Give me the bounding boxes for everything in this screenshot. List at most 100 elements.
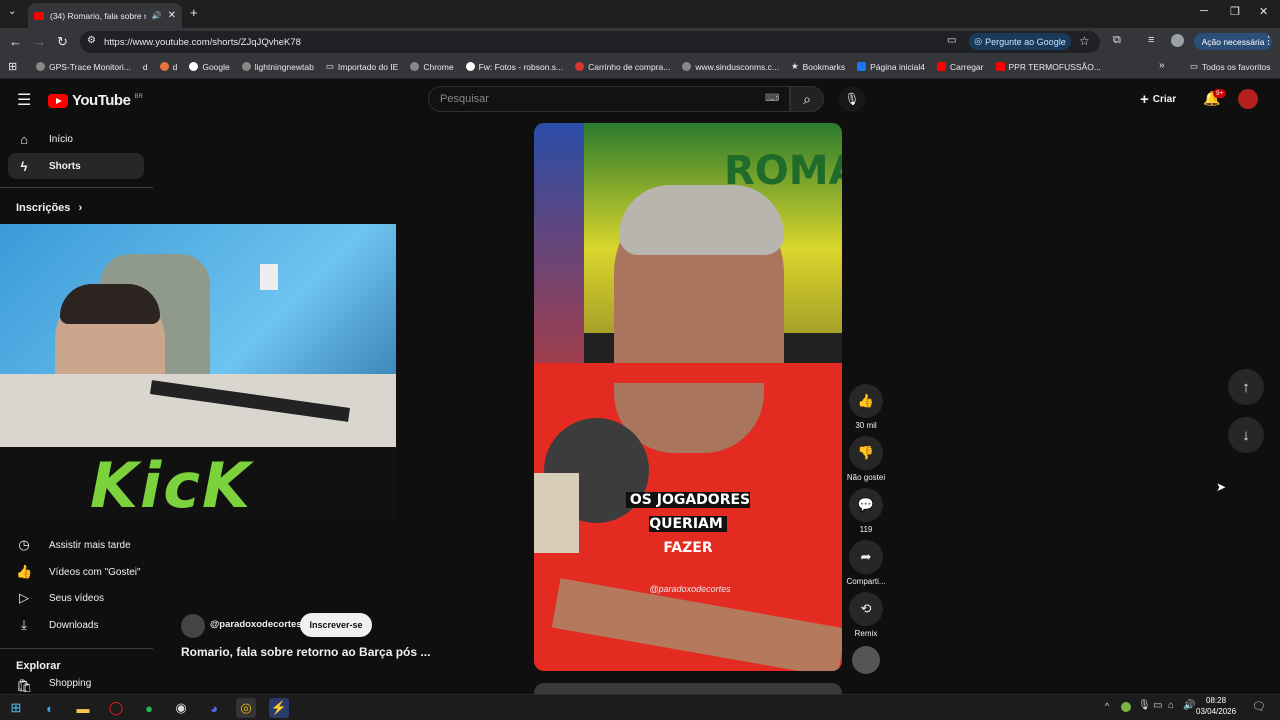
- discord-icon[interactable]: ◕: [204, 698, 224, 718]
- tray-app-icon[interactable]: [1121, 702, 1131, 712]
- sidebar-item-watch-later[interactable]: ◷ Assistir mais tarde: [8, 532, 144, 558]
- bookmark-item[interactable]: ★ Bookmarks: [791, 61, 845, 72]
- bookmark-label: lightningnewtab: [254, 61, 314, 72]
- bookmark-item[interactable]: www.sindusconms.c...: [682, 62, 779, 72]
- sidebar-item-label: Downloads: [49, 619, 99, 631]
- restore-icon[interactable]: ❐: [1230, 5, 1240, 18]
- search-input[interactable]: Pesquisar ⌨: [428, 86, 790, 112]
- browser-tab-active[interactable]: (34) Romario, fala sobre ret 🔊 ✕: [28, 3, 182, 28]
- bookmark-label: Importado do IE: [337, 61, 399, 72]
- comments-button[interactable]: 💬: [849, 488, 883, 522]
- bookmark-item[interactable]: Carregar: [936, 62, 984, 72]
- sidebar-item-shorts[interactable]: ϟ Shorts: [8, 153, 144, 179]
- new-tab-icon[interactable]: +: [190, 5, 198, 20]
- comment-count: 119: [859, 525, 873, 534]
- notification-center-icon[interactable]: 🗨: [1252, 700, 1266, 713]
- close-window-icon[interactable]: ✕: [1259, 5, 1268, 18]
- bookmark-star-icon[interactable]: ☆: [1079, 34, 1090, 48]
- clock-date: 03/04/2026: [1196, 707, 1237, 716]
- mic-stand-shape: [534, 473, 579, 553]
- site-info-icon[interactable]: ⚙: [87, 35, 96, 46]
- create-button[interactable]: + Criar: [1140, 91, 1176, 108]
- all-favorites-folder[interactable]: ▭ Todos os favoritos: [1190, 61, 1271, 72]
- back-icon[interactable]: ←: [9, 34, 22, 49]
- search-button[interactable]: ⌕: [790, 86, 824, 112]
- sidebar-item-downloads[interactable]: ⤓ Downloads: [8, 612, 144, 638]
- youtube-logo[interactable]: YouTube BR: [48, 92, 143, 109]
- forward-icon[interactable]: →: [33, 34, 46, 49]
- arrow-down-icon: ↓: [1242, 426, 1250, 444]
- reload-icon[interactable]: ↻: [57, 34, 68, 50]
- dislike-button[interactable]: 👎: [849, 436, 883, 470]
- shorts-icon: ϟ: [20, 158, 28, 174]
- subscribe-button[interactable]: Inscrever-se: [300, 613, 372, 637]
- like-button[interactable]: 👍: [849, 384, 883, 418]
- create-label: Criar: [1152, 94, 1177, 105]
- sidebar-item-shopping[interactable]: 🛍 Shopping: [8, 678, 144, 692]
- sidebar-item-inicio[interactable]: ⌂ Início: [8, 126, 144, 152]
- dislike-label: Não gostei: [846, 473, 886, 482]
- windows-start-icon[interactable]: ⊞: [6, 698, 26, 718]
- apps-grid-icon[interactable]: ⊞: [8, 60, 17, 73]
- sidebar-item-liked-videos[interactable]: 👍 Vídeos com "Gostei": [8, 559, 144, 585]
- volume-icon[interactable]: 🔊: [1183, 700, 1195, 711]
- obs-icon[interactable]: ◉: [171, 698, 191, 718]
- extensions-icon[interactable]: ⧉: [1113, 34, 1121, 47]
- profile-avatar[interactable]: [1171, 34, 1184, 47]
- youtube-play-icon: [48, 93, 68, 108]
- share-button[interactable]: ➦: [849, 540, 883, 574]
- channel-avatar[interactable]: [181, 614, 205, 638]
- more-bookmarks-icon[interactable]: »: [1159, 60, 1165, 71]
- sidebar-item-your-videos[interactable]: ▷ Seus vídeos: [8, 585, 144, 611]
- bookmark-item[interactable]: Chrome: [410, 62, 454, 72]
- account-avatar[interactable]: [1238, 89, 1258, 109]
- bookmark-item[interactable]: PPR TERMOFUSSÃO...: [995, 62, 1101, 72]
- shopping-bag-icon: 🛍: [16, 678, 33, 692]
- explore-heading: Explorar: [16, 660, 61, 672]
- bookmark-item[interactable]: GPS-Trace Monitori...: [36, 62, 131, 72]
- tab-search-icon[interactable]: ⌄: [8, 6, 16, 17]
- voice-search-button[interactable]: 🎙: [839, 86, 865, 112]
- kick-logo-text: KicK: [90, 449, 253, 521]
- taskbar-clock[interactable]: 08:28 03/04/2026: [1196, 695, 1236, 717]
- globe-icon: [241, 62, 251, 71]
- menu-kebab-icon[interactable]: ⋮: [1263, 34, 1274, 47]
- channel-name[interactable]: @paradoxodecortes: [210, 619, 302, 630]
- ask-google-button[interactable]: ◎ Pergunte ao Google: [969, 33, 1071, 50]
- search-placeholder: Pesquisar: [440, 93, 489, 105]
- action-needed-button[interactable]: Ação necessária: [1194, 33, 1272, 50]
- bookmark-item[interactable]: d: [159, 62, 177, 72]
- remix-button[interactable]: ⟲: [849, 592, 883, 626]
- bookmark-item[interactable]: d: [143, 62, 148, 72]
- cast-icon[interactable]: ▭: [947, 35, 956, 46]
- microphone-tray-icon[interactable]: 🎙: [1138, 700, 1151, 711]
- google-icon: [465, 62, 475, 71]
- opera-icon[interactable]: ◯: [106, 698, 126, 718]
- previous-short-button[interactable]: ↑: [1228, 369, 1264, 405]
- bookmark-item[interactable]: ▭ Importado do IE: [326, 61, 399, 72]
- bookmark-item[interactable]: Página inicial4: [857, 62, 925, 72]
- file-explorer-icon[interactable]: ▬: [73, 698, 93, 718]
- bookmark-item[interactable]: Carrinho de compra...: [575, 62, 670, 72]
- edge-icon[interactable]: ◐: [40, 698, 60, 718]
- display-tray-icon[interactable]: ▭: [1153, 700, 1162, 711]
- bookmark-item[interactable]: lightningnewtab: [241, 61, 314, 72]
- bookmark-item[interactable]: Google: [189, 62, 230, 72]
- speaker-icon[interactable]: 🔊: [152, 11, 162, 20]
- chrome-icon[interactable]: ◎: [236, 698, 256, 718]
- media-controls-icon[interactable]: ≡: [1148, 34, 1154, 46]
- video-title[interactable]: Romario, fala sobre retorno ao Barça pós…: [181, 645, 430, 659]
- hamburger-menu-icon[interactable]: ☰: [17, 90, 31, 110]
- spotify-icon[interactable]: ●: [139, 698, 159, 718]
- network-icon[interactable]: ⌂: [1168, 700, 1174, 711]
- tray-chevron-up-icon[interactable]: ^: [1105, 701, 1109, 711]
- bookmark-item[interactable]: Fw: Fotos - robson.s...: [465, 62, 563, 72]
- app-icon[interactable]: ⚡: [269, 698, 289, 718]
- keyboard-icon[interactable]: ⌨: [765, 93, 779, 104]
- close-tab-icon[interactable]: ✕: [168, 10, 176, 21]
- next-short-button[interactable]: ↓: [1228, 417, 1264, 453]
- minimize-icon[interactable]: ─: [1200, 5, 1208, 17]
- sound-channel-avatar[interactable]: [852, 646, 880, 674]
- subscriptions-heading[interactable]: Inscrições ›: [16, 202, 82, 214]
- browser-tab-strip: ⌄ (34) Romario, fala sobre ret 🔊 ✕ + ─ ❐…: [0, 0, 1280, 28]
